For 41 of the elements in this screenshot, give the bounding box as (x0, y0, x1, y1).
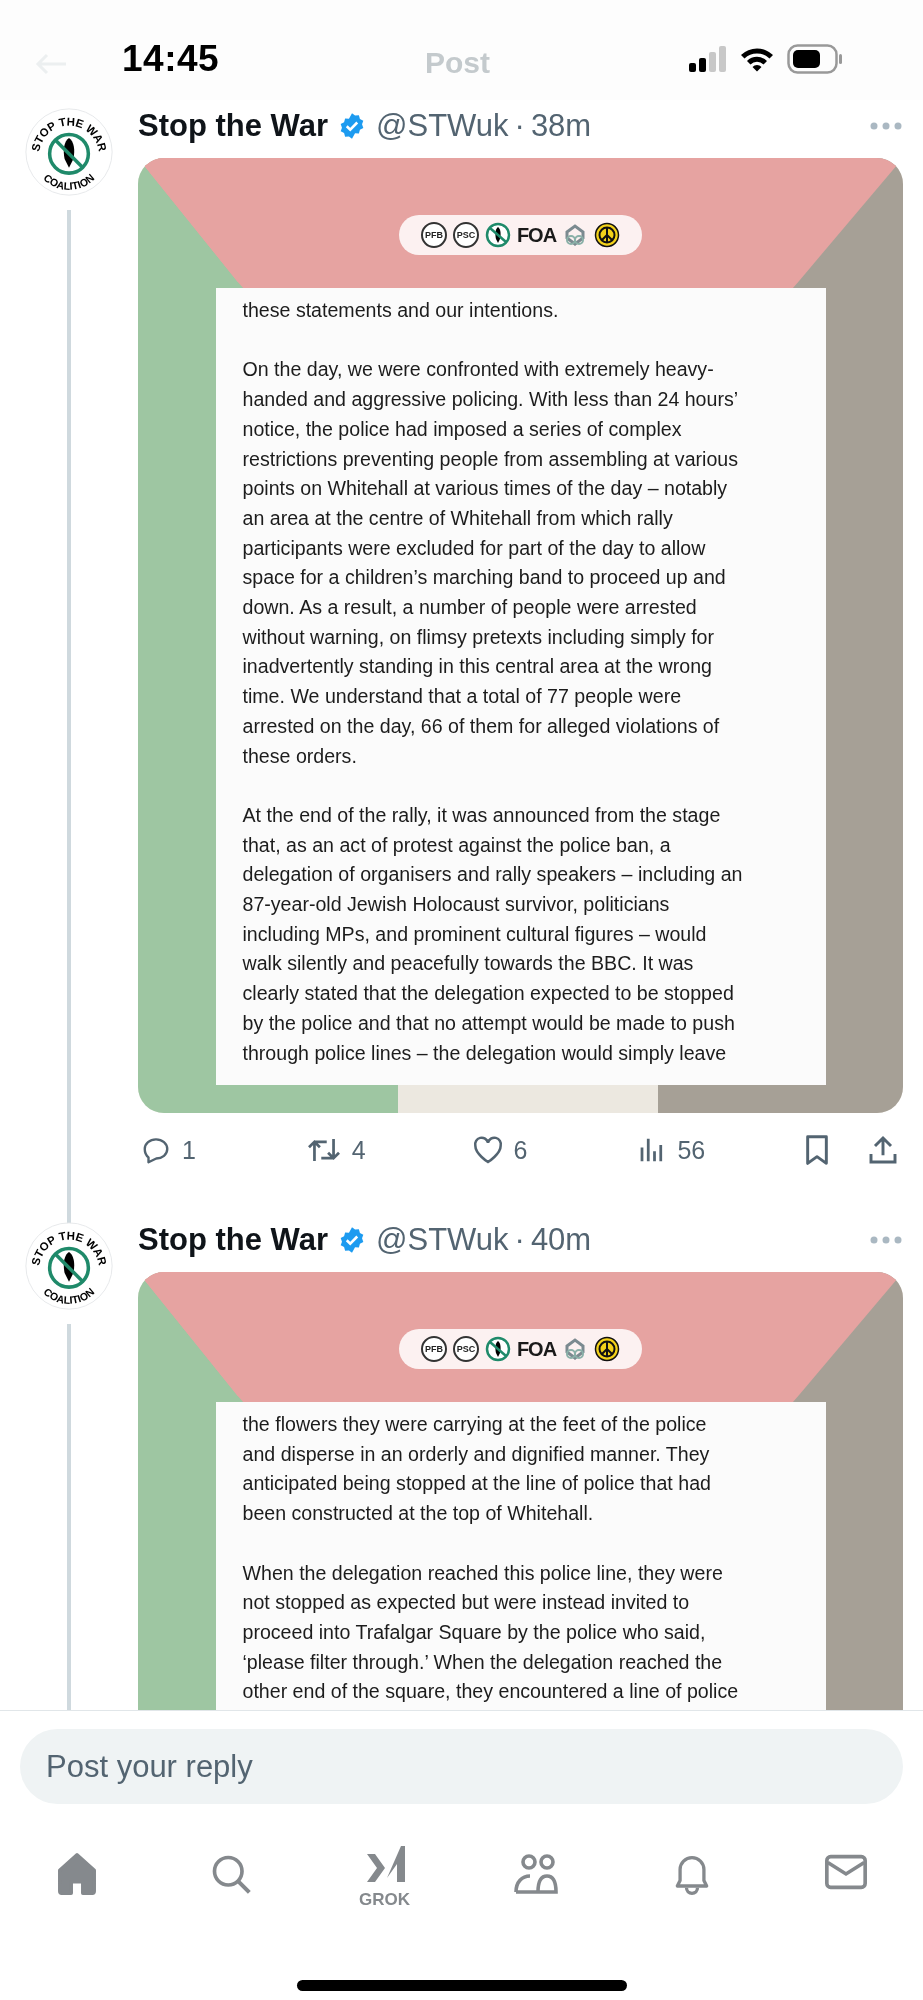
logo-text: FOA (516, 223, 557, 247)
peace-icon (594, 222, 621, 248)
grok-tab[interactable]: GROK (359, 1842, 411, 1910)
action-count: 4 (351, 1135, 366, 1165)
author-name[interactable]: Stop the War (138, 1222, 328, 1258)
paragraph: the flowers they were carrying at the feet of the police and disperse in an orderly and dignified manner. They anticipated being stopped at the line of police that had been constructed at the top of Whitehall. (242, 1412, 712, 1527)
paragraph: On the day, we were confronted with extremely heavy- handed and aggressive policing. With less than 24 hours’ notice, the police had imposed a series of complex restrictions preventing people from assembling at various points on Whitehall at various times of the day – notably an area at the centre of Whitehall from which rally participants were excluded for part of the day to allow space for a children’s marching band to proceed up and down. As a result, a number of people were arrested without warning, on flimsy pretexts including simply for inadvertently standing in this central area at the wrong time. We understand that a total of 77 people were arrested on the day, 66 of them for alleged violations of these orders. (242, 357, 740, 769)
action-count: 6 (513, 1135, 528, 1165)
more-icon[interactable] (869, 121, 903, 131)
battery-icon (787, 44, 843, 74)
logo-text: FOA (516, 1337, 557, 1361)
no-bomb-icon (484, 222, 511, 248)
no-bomb-icon (484, 1336, 511, 1362)
logo-text: PFB (420, 222, 447, 248)
author-name[interactable]: Stop the War (138, 108, 328, 144)
wifi-icon (739, 46, 775, 72)
peace-icon (594, 1336, 621, 1362)
more-icon[interactable] (869, 1235, 903, 1245)
paragraph: these statements and our intentions. (242, 298, 560, 323)
logo-text: PFB (420, 1336, 447, 1362)
reply-field[interactable]: Post your reply (20, 1729, 903, 1804)
author-handle[interactable]: @STWuk (376, 108, 509, 144)
poster-image[interactable] (138, 158, 903, 1113)
logo-text: PSC (452, 222, 479, 248)
share-icon[interactable] (867, 1134, 899, 1166)
header-title: Post (425, 46, 490, 80)
author-handle[interactable]: @STWuk (376, 1222, 509, 1258)
status-time: 14:45 (122, 38, 220, 80)
paragraph: When the delegation reached this police line, they were not stopped as expected but were instead invited to proceed into Trafalgar Square by the police who said, ‘please filter through.’ When the delegation reached the other end of the square, they encountered a line of police (242, 1560, 740, 1705)
action-count: 1 (182, 1135, 196, 1165)
logo-text: PSC (452, 1336, 479, 1362)
separator: · (514, 1222, 525, 1258)
post-time: 38m (530, 108, 592, 144)
paragraph: At the end of the rally, it was announced from the stage that, as an act of protest against the police ban, a delegation of organisers and rally speakers – including an 87-year-old Jewish Holocaust survivor, politicians including MPs, and prominent cultural figures – would walk silently and peacefully towards the BBC. It was clearly stated that the delegation expected to be stopped by the police and that no attempt would be made to push through police lines – the delegation would simply leave (242, 802, 744, 1066)
post-time: 40m (530, 1222, 592, 1258)
separator: · (514, 108, 525, 144)
logo-text: COALITION (41, 171, 97, 192)
action-count: 56 (677, 1135, 706, 1165)
logo-text: COALITION (41, 1285, 97, 1306)
signal-icon (689, 46, 727, 72)
heart-icon[interactable] (471, 1135, 504, 1165)
